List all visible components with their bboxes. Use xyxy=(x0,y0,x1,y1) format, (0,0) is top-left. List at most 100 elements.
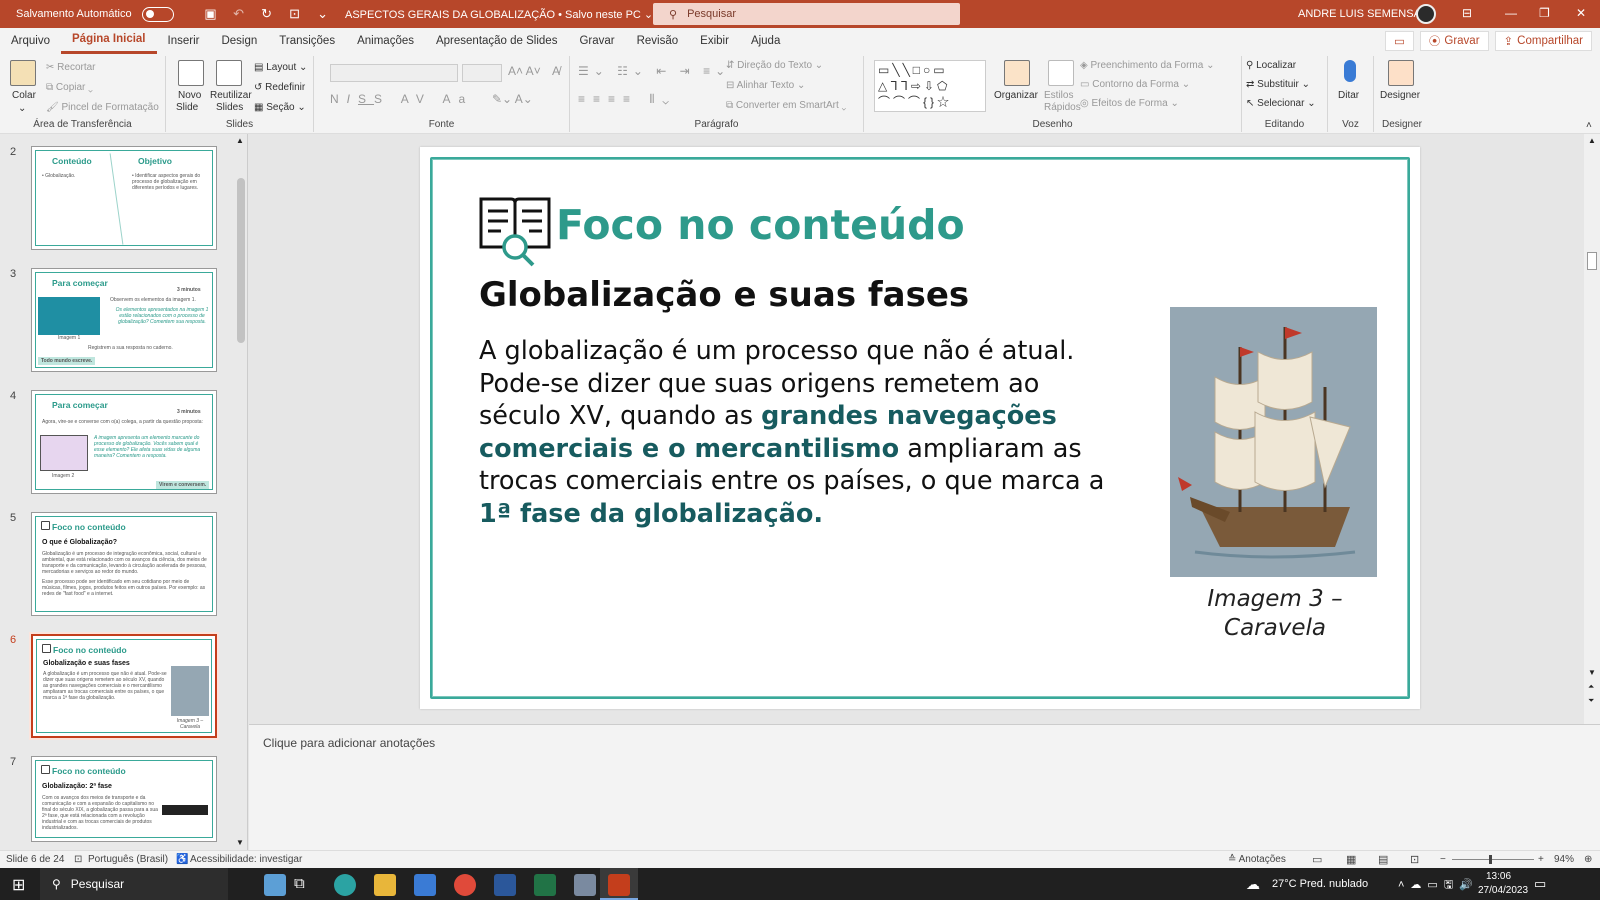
paste-icon[interactable] xyxy=(10,60,36,86)
tab-exibir[interactable]: Exibir xyxy=(689,28,740,54)
reuse-slides-icon[interactable] xyxy=(216,60,242,86)
store-icon[interactable] xyxy=(414,874,436,896)
shape-effects-button[interactable]: ◎ Efeitos de Forma ⌄ xyxy=(1080,98,1179,109)
minimize-icon[interactable]: — xyxy=(1505,6,1517,20)
redo-icon[interactable]: ↻ xyxy=(256,6,278,22)
clock-date[interactable]: 27/04/2023 xyxy=(1478,885,1528,896)
comments-button[interactable]: ▭ xyxy=(1385,31,1414,51)
close-icon[interactable]: ✕ xyxy=(1576,6,1586,20)
quick-styles-icon[interactable] xyxy=(1048,60,1074,86)
clock-time[interactable]: 13:06 xyxy=(1486,871,1511,882)
ribbon-display-icon[interactable]: ⊟ xyxy=(1462,6,1472,20)
font-size-select[interactable] xyxy=(462,64,502,82)
thumbnail-slide-2[interactable]: Conteúdo Objetivo • Globalização. • Iden… xyxy=(31,146,217,250)
scroll-down-icon[interactable]: ▼ xyxy=(236,838,244,847)
align-text-button[interactable]: ⊟ Alinhar Texto ⌄ xyxy=(726,80,805,91)
file-explorer-icon[interactable] xyxy=(374,874,396,896)
slide-canvas[interactable]: Foco no conteúdo Globalização e suas fas… xyxy=(420,147,1420,709)
settings-app-icon[interactable] xyxy=(574,874,596,896)
undo-icon[interactable]: ↶ xyxy=(228,6,250,22)
shape-fill-button[interactable]: ◈ Preenchimento da Forma ⌄ xyxy=(1080,60,1214,71)
zoom-level[interactable]: 94% xyxy=(1554,854,1574,865)
reading-view-icon[interactable]: ▤ xyxy=(1378,853,1388,866)
tab-pagina-inicial[interactable]: Página Inicial xyxy=(61,28,157,54)
avatar[interactable] xyxy=(1416,4,1436,24)
task-view-icon[interactable]: ⧉ xyxy=(294,875,305,892)
word-icon[interactable] xyxy=(494,874,516,896)
new-slide-button[interactable]: Novo xyxy=(178,90,201,101)
normal-view-icon[interactable]: ▭ xyxy=(1312,853,1322,866)
record-button[interactable]: ⦿ Gravar xyxy=(1419,31,1489,51)
copy-button[interactable]: ⧉ Copiar ⌄ xyxy=(46,82,93,93)
tab-design[interactable]: Design xyxy=(210,28,268,54)
present-icon[interactable]: ⊡ xyxy=(284,6,306,22)
dictate-button[interactable]: Ditar xyxy=(1338,90,1359,101)
slide-body-text[interactable]: A globalização é um processo que não é a… xyxy=(479,335,1129,530)
tab-revisao[interactable]: Revisão xyxy=(626,28,690,54)
share-button[interactable]: ⇪ Compartilhar xyxy=(1494,31,1592,51)
slide-subtitle[interactable]: Globalização e suas fases xyxy=(479,275,969,315)
notifications-icon[interactable]: ▭ xyxy=(1534,876,1546,892)
zoom-slider-thumb[interactable] xyxy=(1489,855,1492,864)
thumbnail-scrollbar[interactable] xyxy=(237,178,245,343)
next-slide-icon[interactable]: ⏷ xyxy=(1588,696,1594,706)
designer-icon[interactable] xyxy=(1388,60,1414,86)
arrange-icon[interactable] xyxy=(1004,60,1030,86)
paste-chevron-icon[interactable]: ⌄ xyxy=(18,103,26,114)
paste-button[interactable]: Colar xyxy=(12,90,36,101)
thumbnail-slide-3[interactable]: Para começar 3 minutos Observem os eleme… xyxy=(31,268,217,372)
tab-arquivo[interactable]: Arquivo xyxy=(0,28,61,54)
language-status[interactable]: Português (Brasil) xyxy=(88,854,168,865)
shape-outline-button[interactable]: ▭ Contorno da Forma ⌄ xyxy=(1080,79,1190,90)
scroll-thumb[interactable] xyxy=(1587,252,1597,270)
tab-transicoes[interactable]: Transições xyxy=(268,28,346,54)
slide-title[interactable]: Foco no conteúdo xyxy=(556,201,965,249)
scroll-up-icon[interactable]: ▲ xyxy=(236,136,244,145)
thumbnail-slide-6[interactable]: Foco no conteúdo Globalização e suas fas… xyxy=(31,634,217,738)
accessibility-icon[interactable]: ♿ xyxy=(176,854,188,865)
tab-inserir[interactable]: Inserir xyxy=(157,28,211,54)
grow-font-icon[interactable]: A˄ A˅ xyxy=(508,64,541,78)
chrome-icon[interactable] xyxy=(454,874,476,896)
scroll-up-icon[interactable]: ▲ xyxy=(1588,136,1596,145)
new-slide-icon[interactable] xyxy=(178,60,204,86)
image-caption[interactable]: Imagem 3 – Caravela xyxy=(1180,585,1370,643)
tab-gravar[interactable]: Gravar xyxy=(568,28,625,54)
notes-pane[interactable]: Clique para adicionar anotações xyxy=(249,724,1600,850)
previous-slide-icon[interactable]: ⏶ xyxy=(1588,682,1594,692)
select-button[interactable]: ↖ Selecionar ⌄ xyxy=(1246,98,1316,109)
zoom-in-icon[interactable]: + xyxy=(1538,854,1544,865)
quick-styles-button[interactable]: Estilos xyxy=(1044,90,1073,101)
tab-apresentacao[interactable]: Apresentação de Slides xyxy=(425,28,568,54)
shapes-gallery[interactable]: ▭╲╲□○▭ △ᒣᒣ⇨⇩⬠ ⌒⌒⌒{}☆ xyxy=(874,60,986,112)
layout-button[interactable]: ▤ Layout ⌄ xyxy=(254,62,307,73)
notes-placeholder[interactable]: Clique para adicionar anotações xyxy=(263,736,435,750)
search-box[interactable]: ⚲ Pesquisar xyxy=(653,3,960,25)
customize-qat-icon[interactable]: ⌄ xyxy=(312,6,334,22)
zoom-out-icon[interactable]: − xyxy=(1440,854,1446,865)
weather-text[interactable]: 27°C Pred. nublado xyxy=(1272,878,1368,890)
tab-animacoes[interactable]: Animações xyxy=(346,28,425,54)
document-title[interactable]: ASPECTOS GERAIS DA GLOBALIZAÇÃO • Salvo … xyxy=(345,8,653,21)
replace-button[interactable]: ⇄ Substituir ⌄ xyxy=(1246,79,1310,90)
tab-ajuda[interactable]: Ajuda xyxy=(740,28,791,54)
microphone-icon[interactable] xyxy=(1344,60,1356,82)
maximize-icon[interactable]: ❐ xyxy=(1539,6,1550,20)
arrange-button[interactable]: Organizar xyxy=(994,90,1038,101)
excel-icon[interactable] xyxy=(534,874,556,896)
highlight-color-icon[interactable]: ✎⌄ A⌄ xyxy=(492,92,533,106)
designer-button[interactable]: Designer xyxy=(1380,90,1420,101)
slide-sorter-icon[interactable]: ▦ xyxy=(1346,853,1356,866)
font-family-select[interactable] xyxy=(330,64,458,82)
copilot-icon[interactable] xyxy=(264,874,286,896)
thumbnail-slide-7[interactable]: Foco no conteúdo Globalização: 2ª fase C… xyxy=(31,756,217,842)
autosave-toggle[interactable] xyxy=(141,6,174,22)
save-icon[interactable]: ▣ xyxy=(200,6,222,22)
text-direction-button[interactable]: ⇵ Direção do Texto ⌄ xyxy=(726,60,823,71)
fit-slide-icon[interactable]: ⊕ xyxy=(1584,854,1592,865)
find-button[interactable]: ⚲ Localizar xyxy=(1246,60,1296,71)
font-format-buttons[interactable]: NISS AV Aa xyxy=(330,92,473,106)
caravel-image[interactable] xyxy=(1170,307,1377,577)
thumbnail-slide-4[interactable]: Para começar 3 minutos Agora, vire-se e … xyxy=(31,390,217,494)
powerpoint-taskbar-button[interactable] xyxy=(600,868,638,900)
